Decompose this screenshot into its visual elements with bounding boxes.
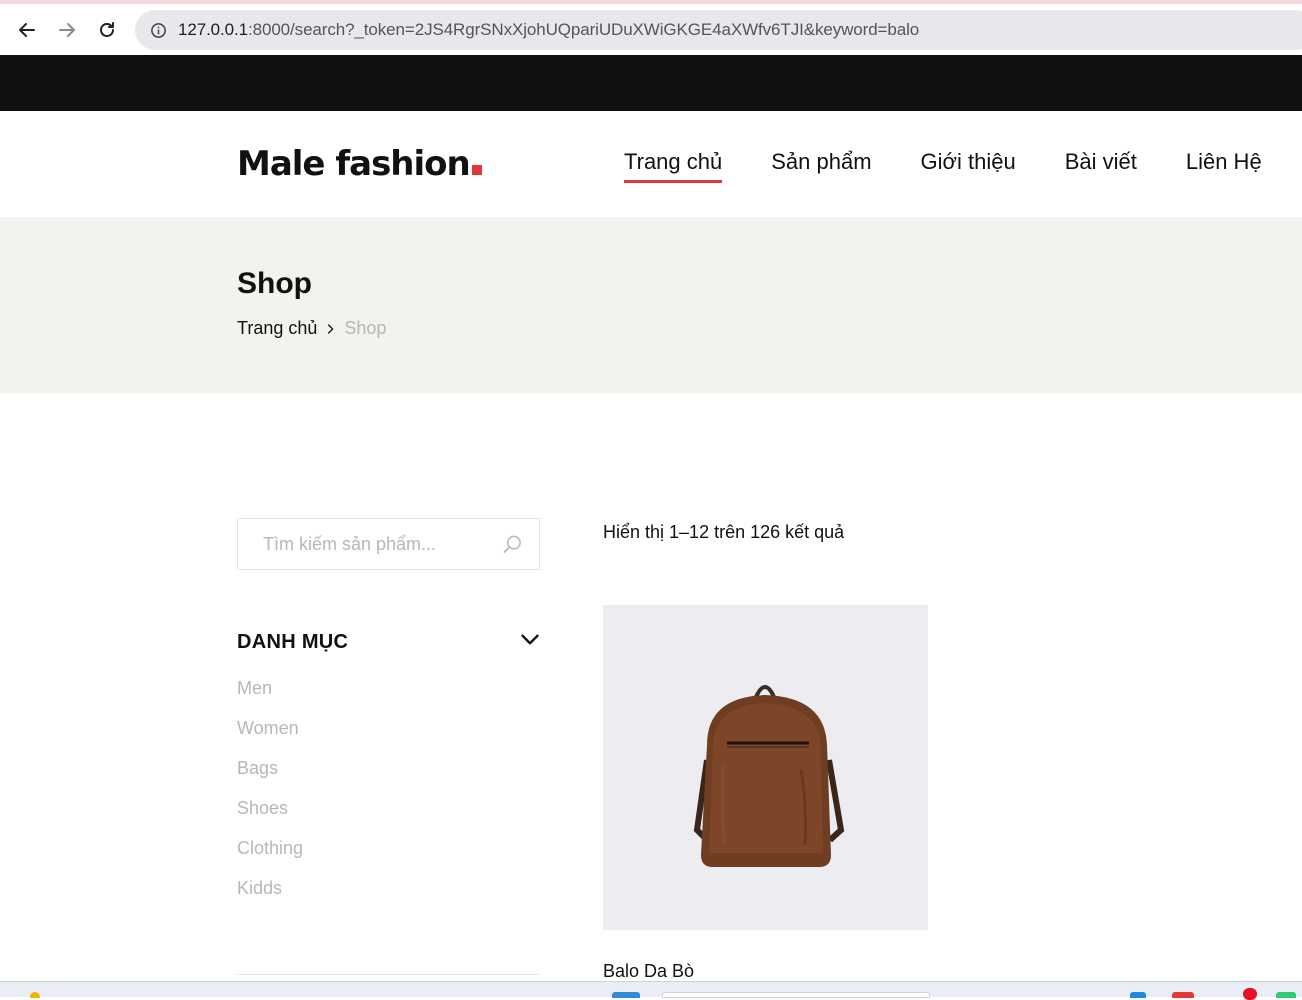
address-bar[interactable]: 127.0.0.1:8000/search?_token=2JS4RgrSNxX…	[135, 10, 1302, 50]
category-item-kids[interactable]: Kidds	[237, 877, 303, 917]
product-search-input[interactable]	[238, 519, 498, 569]
nav-item-contact[interactable]: Liên Hệ	[1186, 149, 1262, 183]
taskbar-search-icon[interactable]	[662, 992, 930, 998]
url-host: 127.0.0.1	[178, 20, 248, 39]
breadcrumb-current: Shop	[344, 318, 387, 338]
backpack-product-image	[603, 605, 928, 930]
search-icon[interactable]	[500, 532, 524, 556]
browser-toolbar: 127.0.0.1:8000/search?_token=2JS4RgrSNxX…	[0, 4, 1302, 55]
reload-button[interactable]	[94, 17, 120, 43]
site-logo[interactable]: Male fashion	[237, 144, 482, 184]
category-item-men[interactable]: Men	[237, 677, 303, 717]
result-count: Hiển thị 1–12 trên 126 kết quả	[603, 522, 845, 542]
product-name[interactable]: Balo Da Bò	[603, 961, 694, 982]
forward-button[interactable]	[54, 17, 80, 43]
weather-icon[interactable]	[30, 992, 40, 998]
arrow-left-icon	[19, 23, 35, 37]
breadcrumb: Trang chủ Shop	[237, 318, 386, 339]
breadcrumb-section: Shop Trang chủ Shop	[0, 217, 1302, 393]
url-path: :8000/search?_token=2JS4RgrSNxXjohUQpari…	[248, 20, 920, 39]
info-circle-icon[interactable]	[149, 21, 167, 39]
product-card[interactable]	[603, 605, 928, 930]
site-header: Male fashion Trang chủ Sản phẩm Giới thi…	[0, 111, 1302, 217]
breadcrumb-home-link[interactable]: Trang chủ	[237, 318, 317, 339]
notification-badge	[1243, 988, 1257, 1000]
nav-item-about[interactable]: Giới thiệu	[921, 149, 1016, 183]
category-item-bags[interactable]: Bags	[237, 757, 303, 797]
logo-text: Male fashion	[237, 144, 471, 184]
back-button[interactable]	[14, 17, 40, 43]
category-item-women[interactable]: Women	[237, 717, 303, 757]
chevron-down-icon	[520, 633, 540, 651]
category-item-shoes[interactable]: Shoes	[237, 797, 303, 837]
categories-toggle[interactable]: DANH MỤC	[237, 629, 540, 655]
sidebar-divider	[237, 974, 540, 975]
reload-icon	[100, 22, 114, 37]
main-nav: Trang chủ Sản phẩm Giới thiệu Bài viết L…	[624, 149, 1262, 183]
product-search-form	[237, 518, 540, 570]
chevron-right-icon	[327, 323, 335, 335]
os-taskbar	[0, 981, 1302, 1000]
arrow-right-icon	[59, 23, 75, 37]
categories-title: DANH MỤC	[237, 630, 349, 653]
category-list: Men Women Bags Shoes Clothing Kidds	[237, 677, 303, 917]
logo-dot	[471, 165, 482, 175]
taskbar-app-icon[interactable]	[1172, 992, 1194, 998]
top-dark-bar	[0, 55, 1302, 111]
taskbar-app-icon[interactable]	[612, 992, 640, 998]
taskbar-app-icon[interactable]	[1276, 992, 1296, 998]
taskbar-app-icon[interactable]	[1130, 992, 1146, 998]
page-title: Shop	[237, 267, 312, 300]
nav-item-blog[interactable]: Bài viết	[1065, 149, 1137, 183]
nav-item-home[interactable]: Trang chủ	[624, 149, 723, 183]
nav-item-products[interactable]: Sản phẩm	[771, 149, 871, 183]
category-item-clothing[interactable]: Clothing	[237, 837, 303, 877]
url-text[interactable]: 127.0.0.1:8000/search?_token=2JS4RgrSNxX…	[178, 20, 919, 40]
